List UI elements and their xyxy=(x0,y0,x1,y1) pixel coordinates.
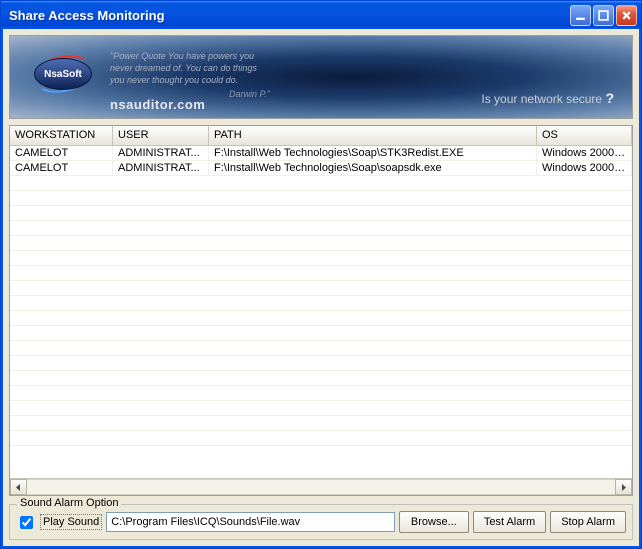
table-row-empty xyxy=(10,236,632,251)
sound-alarm-legend: Sound Alarm Option xyxy=(17,497,121,509)
cell-user: ADMINISTRAT... xyxy=(113,161,209,175)
table-row-empty xyxy=(10,296,632,311)
table-row-empty xyxy=(10,431,632,446)
close-button[interactable] xyxy=(616,5,637,26)
maximize-button[interactable] xyxy=(593,5,614,26)
table-row-empty xyxy=(10,176,632,191)
cell-os: Windows 2000 ... xyxy=(537,161,632,175)
cell-path: F:\Install\Web Technologies\Soap\STK3Red… xyxy=(209,146,537,160)
tagline-mark: ? xyxy=(605,90,614,106)
scroll-right-button[interactable] xyxy=(615,479,632,495)
table-row-empty xyxy=(10,266,632,281)
tagline-text: Is your network secure xyxy=(481,92,602,106)
table-row-empty xyxy=(10,281,632,296)
banner-quote: "Power Quote You have powers you never d… xyxy=(110,50,270,100)
stop-alarm-button[interactable]: Stop Alarm xyxy=(550,511,626,533)
table-row-empty xyxy=(10,311,632,326)
scroll-track[interactable] xyxy=(27,479,615,495)
horizontal-scrollbar[interactable] xyxy=(10,478,632,495)
table-row[interactable]: CAMELOTADMINISTRAT...F:\Install\Web Tech… xyxy=(10,161,632,176)
cell-os: Windows 2000 ... xyxy=(537,146,632,160)
window-controls xyxy=(570,5,637,26)
minimize-button[interactable] xyxy=(570,5,591,26)
table-row-empty xyxy=(10,251,632,266)
scroll-left-button[interactable] xyxy=(10,479,27,495)
banner-url: nsauditor.com xyxy=(110,97,205,112)
logo: NsaSoft xyxy=(32,54,94,94)
quote-text: "Power Quote You have powers you never d… xyxy=(110,51,257,85)
close-icon xyxy=(621,10,632,21)
table-row-empty xyxy=(10,341,632,356)
table-row-empty xyxy=(10,401,632,416)
col-os[interactable]: OS xyxy=(537,126,632,145)
logo-text: NsaSoft xyxy=(34,58,92,90)
window-title: Share Access Monitoring xyxy=(9,8,570,23)
maximize-icon xyxy=(598,10,609,21)
app-window: Share Access Monitoring NsaSoft "Power Q… xyxy=(0,0,642,549)
col-path[interactable]: PATH xyxy=(209,126,537,145)
minimize-icon xyxy=(575,10,586,21)
col-user[interactable]: USER xyxy=(113,126,209,145)
browse-button[interactable]: Browse... xyxy=(399,511,469,533)
table-row-empty xyxy=(10,191,632,206)
table-row[interactable]: CAMELOTADMINISTRAT...F:\Install\Web Tech… xyxy=(10,146,632,161)
banner-tagline: Is your network secure ? xyxy=(481,90,614,106)
table-row-empty xyxy=(10,206,632,221)
play-sound-checkbox[interactable] xyxy=(20,516,33,529)
test-alarm-button[interactable]: Test Alarm xyxy=(473,511,546,533)
table-row-empty xyxy=(10,371,632,386)
col-workstation[interactable]: WORKSTATION xyxy=(10,126,113,145)
table-row-empty xyxy=(10,221,632,236)
cell-workstation: CAMELOT xyxy=(10,161,113,175)
table-row-empty xyxy=(10,386,632,401)
chevron-right-icon xyxy=(620,484,627,491)
sound-alarm-group: Sound Alarm Option Play Sound Browse... … xyxy=(9,504,633,540)
banner: NsaSoft "Power Quote You have powers you… xyxy=(9,35,633,119)
table-row-empty xyxy=(10,326,632,341)
cell-workstation: CAMELOT xyxy=(10,146,113,160)
sound-path-input[interactable] xyxy=(106,512,395,532)
cell-path: F:\Install\Web Technologies\Soap\soapsdk… xyxy=(209,161,537,175)
table-header: WORKSTATION USER PATH OS xyxy=(10,126,632,146)
client-area: NsaSoft "Power Quote You have powers you… xyxy=(1,29,641,548)
sound-alarm-row: Play Sound Browse... Test Alarm Stop Ala… xyxy=(16,511,626,533)
titlebar: Share Access Monitoring xyxy=(1,1,641,29)
table-row-empty xyxy=(10,356,632,371)
results-table: WORKSTATION USER PATH OS CAMELOTADMINIST… xyxy=(9,125,633,496)
chevron-left-icon xyxy=(15,484,22,491)
table-body[interactable]: CAMELOTADMINISTRAT...F:\Install\Web Tech… xyxy=(10,146,632,478)
table-row-empty xyxy=(10,416,632,431)
play-sound-label[interactable]: Play Sound xyxy=(40,514,102,530)
cell-user: ADMINISTRAT... xyxy=(113,146,209,160)
